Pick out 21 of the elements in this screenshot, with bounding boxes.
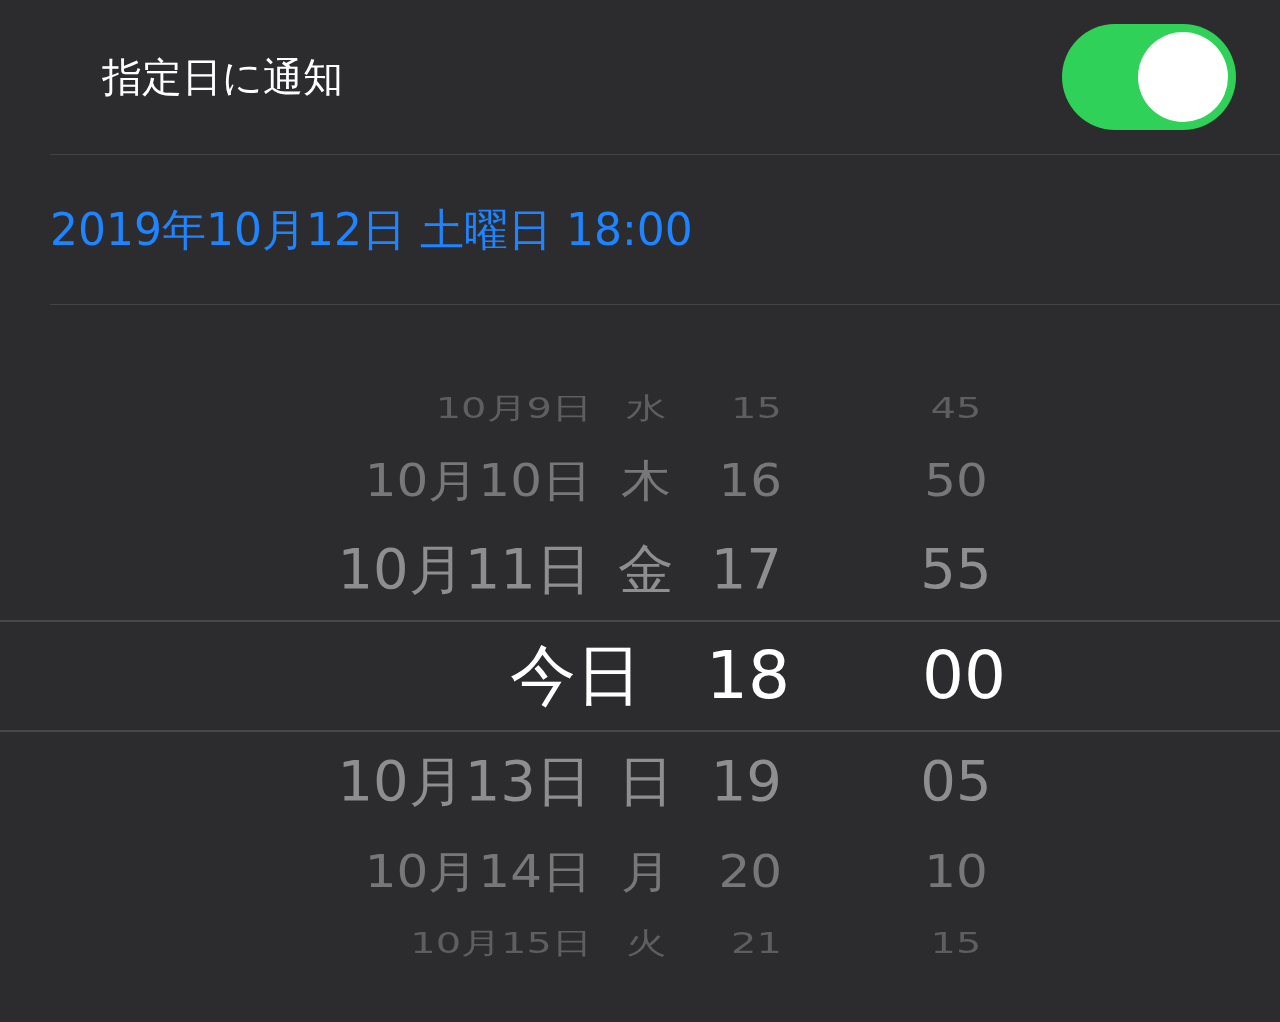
picker-hour[interactable]: 18 bbox=[706, 643, 790, 709]
picker-hour[interactable]: 20 bbox=[718, 849, 782, 894]
picker-weekday[interactable]: 木 bbox=[621, 458, 671, 503]
picker-minute[interactable]: 50 bbox=[924, 458, 988, 503]
picker-weekday[interactable]: 金 bbox=[618, 542, 674, 598]
picker-minute[interactable]: 05 bbox=[920, 754, 992, 810]
picker-day[interactable]: 10月14日 bbox=[364, 849, 592, 894]
picker-minute[interactable]: 55 bbox=[920, 542, 992, 598]
picker-day[interactable]: 10月11日 bbox=[337, 542, 592, 598]
setting-label: 指定日に通知 bbox=[102, 53, 343, 102]
picker-day[interactable]: 10月10日 bbox=[364, 458, 592, 503]
picker-day[interactable]: 10月13日 bbox=[337, 754, 592, 810]
picker-hour[interactable]: 17 bbox=[710, 542, 782, 598]
picker-hour[interactable]: 16 bbox=[718, 458, 782, 503]
picker-minute[interactable]: 10 bbox=[924, 849, 988, 894]
picker-weekday[interactable]: 日 bbox=[618, 754, 674, 810]
date-value[interactable]: 2019年10月12日 土曜日 18:00 bbox=[50, 196, 693, 263]
picker-hour[interactable]: 19 bbox=[710, 754, 782, 810]
picker-minute[interactable]: 00 bbox=[922, 643, 1006, 709]
picker-weekday[interactable]: 月 bbox=[621, 849, 671, 894]
picker-day[interactable]: 今日 bbox=[510, 643, 642, 709]
